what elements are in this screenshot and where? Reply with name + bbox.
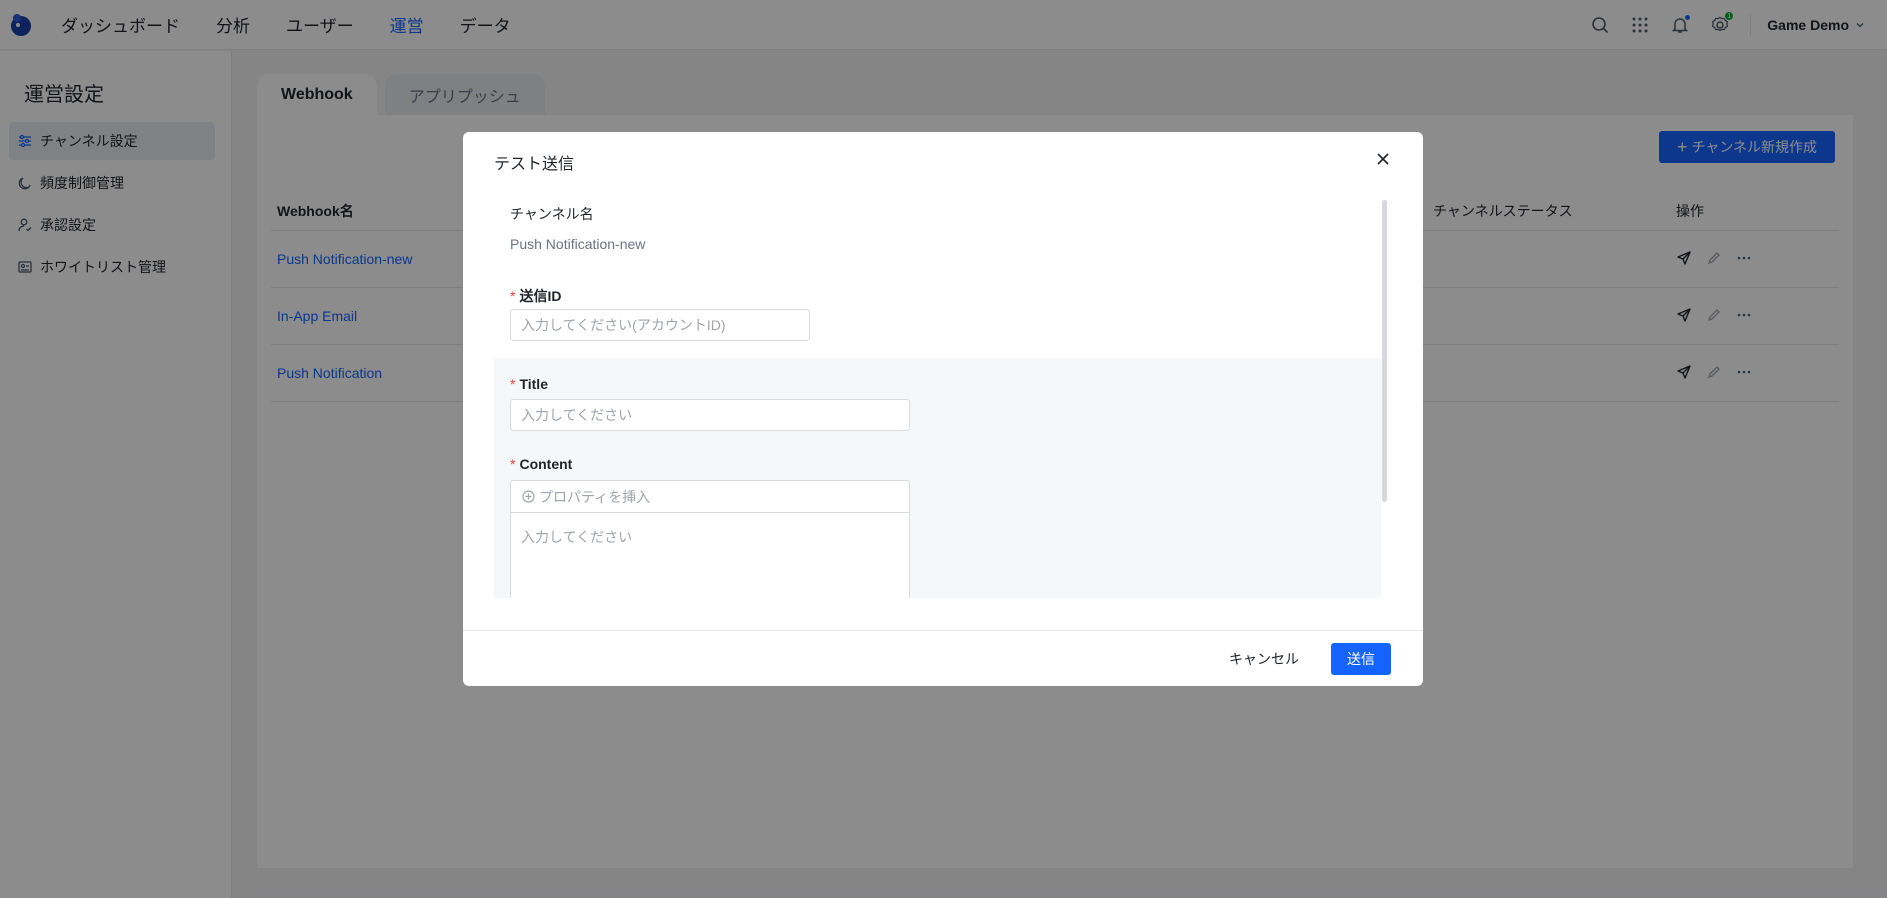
cancel-button[interactable]: キャンセル: [1217, 643, 1311, 675]
plus-circle-icon: [521, 490, 535, 504]
send-id-label: * 送信ID: [510, 286, 561, 306]
content-textarea[interactable]: 入力してください: [511, 513, 909, 561]
send-button[interactable]: 送信: [1331, 643, 1391, 675]
close-icon[interactable]: [1373, 149, 1393, 169]
dialog-scrollbar[interactable]: [1382, 200, 1387, 502]
insert-property-button[interactable]: プロパティを挿入: [511, 481, 909, 513]
channel-name-label: チャンネル名: [510, 206, 594, 222]
title-label: * Title: [510, 376, 548, 392]
required-mark: *: [510, 288, 516, 304]
required-mark: *: [510, 376, 516, 392]
title-input[interactable]: 入力してください: [510, 399, 910, 431]
send-id-input[interactable]: 入力してください(アカウントID): [510, 309, 810, 341]
dialog-body: チャンネル名 Push Notification-new * 送信ID 入力してく…: [494, 198, 1381, 598]
content-editor: プロパティを挿入 入力してください: [510, 480, 910, 598]
title-label-text: Title: [519, 376, 548, 392]
dialog-footer: キャンセル 送信: [463, 630, 1423, 686]
channel-name-value: Push Notification-new: [510, 236, 646, 252]
test-send-dialog: テスト送信 チャンネル名 Push Notification-new * 送信ID…: [463, 132, 1423, 686]
content-label-text: Content: [519, 456, 573, 472]
send-id-label-text: 送信ID: [519, 288, 562, 304]
channel-section: チャンネル名 Push Notification-new * 送信ID 入力してく…: [494, 198, 1381, 358]
dialog-title: テスト送信: [494, 156, 575, 173]
required-mark: *: [510, 456, 516, 472]
content-label: * Content: [510, 456, 572, 472]
insert-property-label: プロパティを挿入: [539, 488, 651, 505]
